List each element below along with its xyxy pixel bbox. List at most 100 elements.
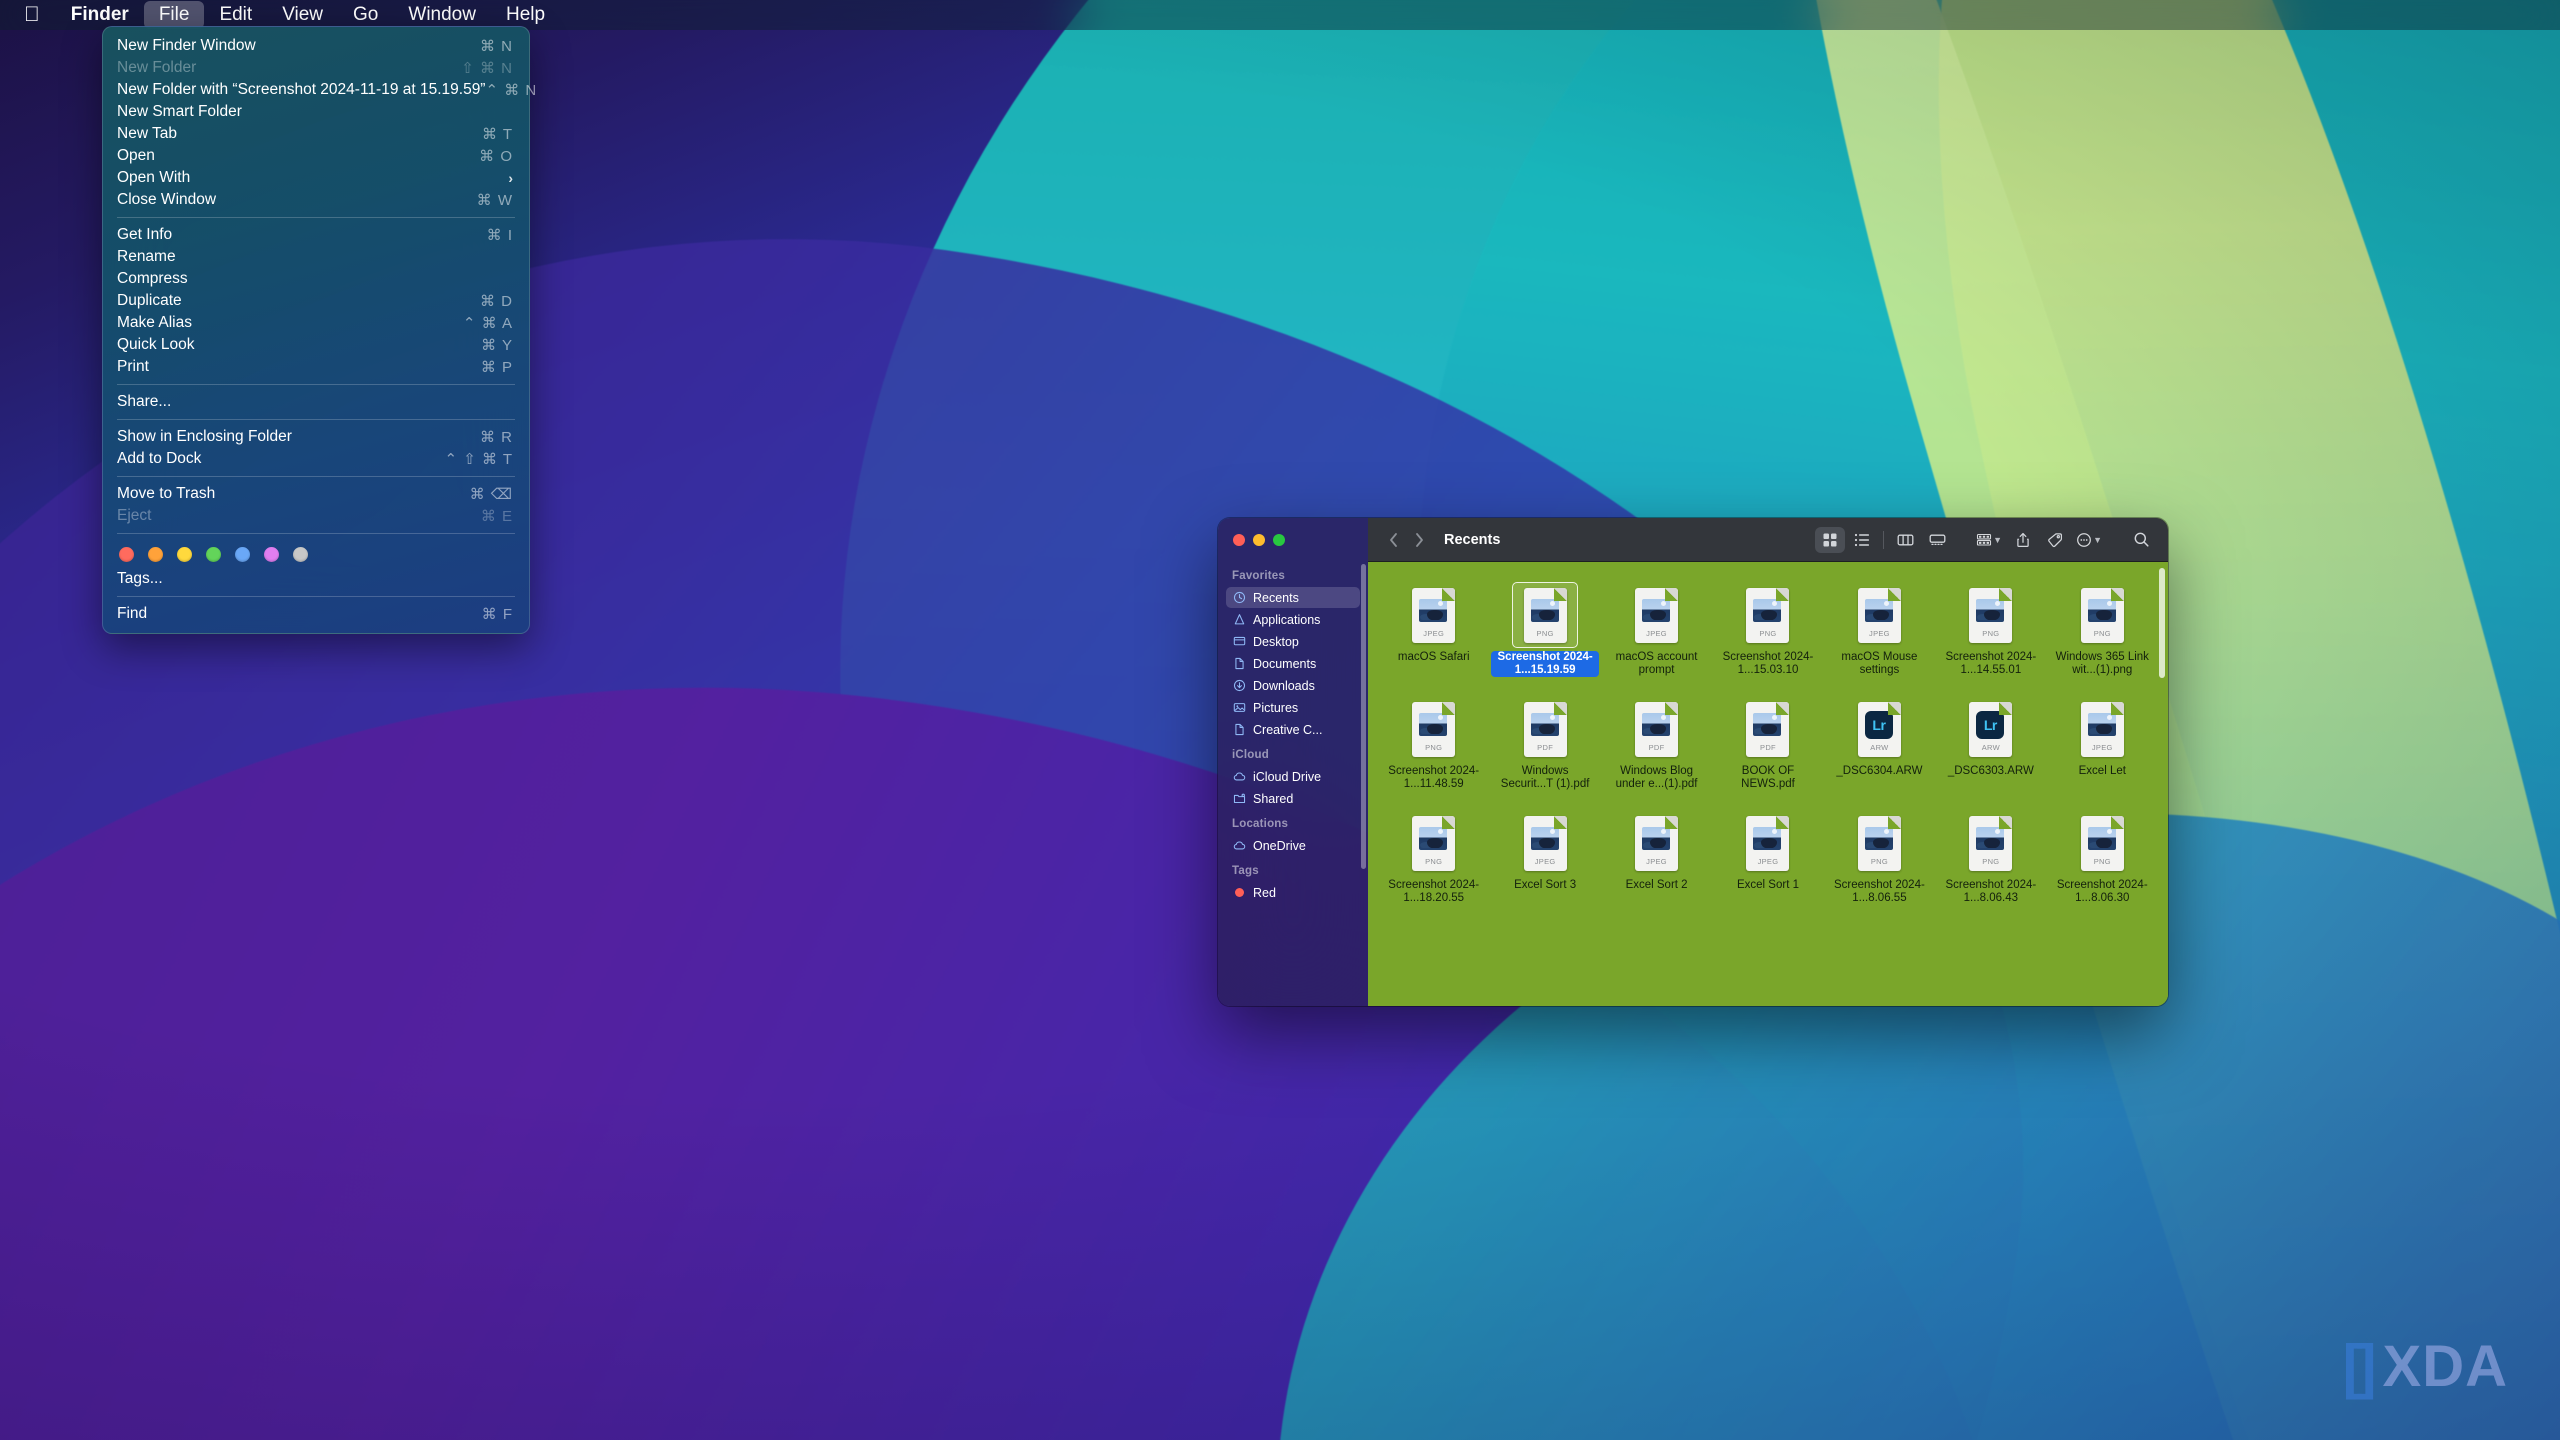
file-name-label[interactable]: macOS Mouse settings [1825,651,1933,677]
file-thumbnail[interactable]: JPEG [1512,810,1578,876]
file-thumbnail[interactable]: PDF [1624,696,1690,762]
file-thumbnail[interactable]: PDF [1735,696,1801,762]
menu-item-new-smart-folder[interactable]: New Smart Folder [103,101,529,123]
menu-item-close-window[interactable]: Close Window⌘ W [103,189,529,211]
file-item[interactable]: LrARW_DSC6304.ARW [1824,688,1935,798]
tag-color-dot-3[interactable] [206,547,221,562]
sidebar-item-creative-c[interactable]: Creative C... [1226,719,1360,740]
tag-color-dot-4[interactable] [235,547,250,562]
file-item[interactable]: JPEG Excel Sort 1 [1712,802,1823,912]
file-thumbnail[interactable]: PDF [1512,696,1578,762]
file-name-label[interactable]: macOS account prompt [1603,651,1711,677]
minimize-window-button[interactable] [1253,534,1265,546]
file-item[interactable]: PNGScreenshot 2024-1...15.03.10 [1712,574,1823,684]
file-item[interactable]: PDF Windows Blog under e...(1).pdf [1601,688,1712,798]
file-item[interactable]: LrARW _DSC6303.ARW [1935,688,2046,798]
forward-button[interactable] [1406,527,1432,553]
file-thumbnail[interactable]: LrARW [1958,696,2024,762]
tag-color-dot-5[interactable] [264,547,279,562]
file-item[interactable]: JPEG macOS account prompt [1601,574,1712,684]
gallery-view-button[interactable] [1922,527,1952,553]
menu-item-make-alias[interactable]: Make Alias⌃ ⌘ A [103,312,529,334]
menu-item-show-in-enclosing-folder[interactable]: Show in Enclosing Folder⌘ R [103,426,529,448]
column-view-button[interactable] [1890,527,1920,553]
file-name-label[interactable]: Screenshot 2024-1...11.48.59 [1380,765,1488,791]
file-thumbnail[interactable]: PNG [1512,582,1578,648]
menu-item-new-tab[interactable]: New Tab⌘ T [103,123,529,145]
file-item[interactable]: JPEGExcel Let [2047,688,2158,798]
menu-item-move-to-trash[interactable]: Move to Trash⌘ ⌫ [103,483,529,505]
tag-color-dot-0[interactable] [119,547,134,562]
file-item[interactable]: JPEG macOS Mouse settings [1824,574,1935,684]
file-thumbnail[interactable]: PNG [1401,696,1467,762]
sidebar-item-downloads[interactable]: Downloads [1226,675,1360,696]
file-thumbnail[interactable]: PNG [1846,810,1912,876]
sidebar-item-icloud-drive[interactable]: iCloud Drive [1226,766,1360,787]
icon-view-button[interactable] [1815,527,1845,553]
menu-item-compress[interactable]: Compress [103,268,529,290]
menu-item-print[interactable]: Print⌘ P [103,356,529,378]
finder-window[interactable]: FavoritesRecentsApplicationsDesktopDocum… [1218,518,2168,1006]
file-name-label[interactable]: Excel Sort 3 [1511,879,1579,892]
file-name-label[interactable]: Screenshot 2024-1...18.20.55 [1380,879,1488,905]
file-name-label[interactable]: Screenshot 2024-1...15.19.59 [1491,651,1599,677]
menu-item-new-folder-with-screenshot-2024-11-19-at-15-19-59[interactable]: New Folder with “Screenshot 2024-11-19 a… [103,79,529,101]
share-button[interactable] [2008,527,2038,553]
group-by-button[interactable]: ▼ [1972,527,2006,553]
file-name-label[interactable]: macOS Safari [1395,651,1473,664]
file-item[interactable]: PNG Windows 365 Link wit...(1).png [2047,574,2158,684]
file-item[interactable]: PDFWindows Securit...T (1).pdf [1489,688,1600,798]
sidebar-item-red[interactable]: Red [1226,882,1360,903]
file-thumbnail[interactable]: PNG [2069,582,2135,648]
sidebar-item-documents[interactable]: Documents [1226,653,1360,674]
file-thumbnail[interactable]: JPEG [1624,810,1690,876]
menu-item-get-info[interactable]: Get Info⌘ I [103,224,529,246]
sidebar-item-shared[interactable]: Shared [1226,788,1360,809]
file-name-label[interactable]: _DSC6303.ARW [1945,765,2037,778]
file-item[interactable]: PNG Screenshot 2024-1...18.20.55 [1378,802,1489,912]
tag-color-dot-1[interactable] [148,547,163,562]
apple-logo-icon[interactable]:  [14,4,56,27]
file-area-scrollbar[interactable] [2159,568,2165,678]
menu-item-new-finder-window[interactable]: New Finder Window⌘ N [103,35,529,57]
file-item[interactable]: JPEGExcel Sort 2 [1601,802,1712,912]
file-thumbnail[interactable]: JPEG [1624,582,1690,648]
file-name-label[interactable]: Windows Blog under e...(1).pdf [1603,765,1711,791]
menu-item-add-to-dock[interactable]: Add to Dock⌃ ⇧ ⌘ T [103,448,529,470]
file-thumbnail[interactable]: PNG [1401,810,1467,876]
file-name-label[interactable]: BOOK OF NEWS.pdf [1714,765,1822,791]
file-name-label[interactable]: Screenshot 2024-1...14.55.01 [1937,651,2045,677]
file-name-label[interactable]: Excel Sort 1 [1734,879,1802,892]
file-item[interactable]: PNG Screenshot 2024-1...8.06.43 [1935,802,2046,912]
sidebar-item-applications[interactable]: Applications [1226,609,1360,630]
file-thumbnail[interactable]: PNG [2069,810,2135,876]
tag-color-dot-2[interactable] [177,547,192,562]
file-menu-dropdown[interactable]: New Finder Window⌘ NNew Folder⇧ ⌘ NNew F… [102,26,530,634]
file-thumbnail[interactable]: JPEG [1401,582,1467,648]
list-view-button[interactable] [1847,527,1877,553]
search-button[interactable] [2126,527,2156,553]
tag-color-row[interactable] [103,540,529,568]
sidebar-item-recents[interactable]: Recents [1226,587,1360,608]
file-name-label[interactable]: Screenshot 2024-1...8.06.43 [1937,879,2045,905]
file-thumbnail[interactable]: PNG [1958,810,2024,876]
file-name-label[interactable]: Screenshot 2024-1...8.06.30 [2048,879,2156,905]
tag-color-dot-6[interactable] [293,547,308,562]
menu-item-rename[interactable]: Rename [103,246,529,268]
file-name-label[interactable]: Screenshot 2024-1...8.06.55 [1825,879,1933,905]
file-thumbnail[interactable]: JPEG [1735,810,1801,876]
file-name-label[interactable]: _DSC6304.ARW [1833,765,1925,778]
menu-item-quick-look[interactable]: Quick Look⌘ Y [103,334,529,356]
file-item[interactable]: JPEG Excel Sort 3 [1489,802,1600,912]
file-name-label[interactable]: Excel Let [2076,765,2129,778]
file-item[interactable]: PNG Screenshot 2024-1...11.48.59 [1378,688,1489,798]
menu-item-find[interactable]: Find⌘ F [103,603,529,625]
menu-item-tags[interactable]: Tags... [103,568,529,590]
menu-item-duplicate[interactable]: Duplicate⌘ D [103,290,529,312]
maximize-window-button[interactable] [1273,534,1285,546]
back-button[interactable] [1380,527,1406,553]
menu-item-open[interactable]: Open⌘ O [103,145,529,167]
file-thumbnail[interactable]: JPEG [1846,582,1912,648]
file-name-label[interactable]: Windows 365 Link wit...(1).png [2048,651,2156,677]
file-thumbnail[interactable]: PNG [1958,582,2024,648]
